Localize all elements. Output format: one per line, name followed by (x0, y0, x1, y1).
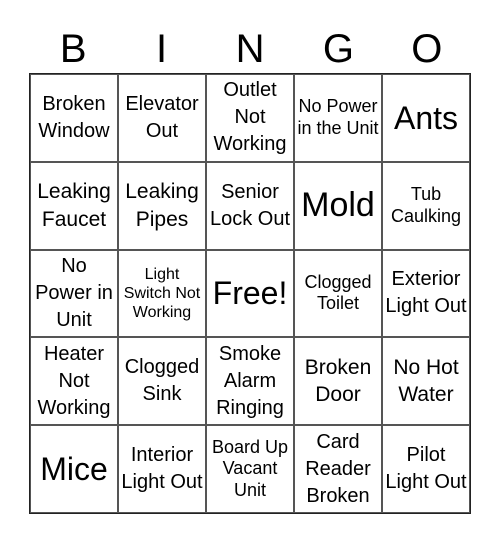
bingo-cell[interactable]: Board Up Vacant Unit (206, 425, 294, 513)
bingo-cell[interactable]: Pilot Light Out (382, 425, 470, 513)
bingo-cell[interactable]: Senior Lock Out (206, 161, 294, 250)
bingo-cell[interactable]: Mice (30, 425, 118, 513)
bingo-cell[interactable]: Tub Caulking (382, 161, 470, 250)
bingo-cell[interactable]: Broken Window (30, 74, 118, 162)
bingo-cell[interactable]: Smoke Alarm Ringing (206, 337, 294, 426)
header-letter-n: N (235, 27, 265, 71)
bingo-cell[interactable]: Elevator Out (118, 74, 206, 162)
bingo-cell[interactable]: No Power in Unit (30, 249, 118, 338)
bingo-cell[interactable]: No Power in the Unit (294, 74, 382, 162)
header-letter-b: B (59, 27, 87, 71)
bingo-cell[interactable]: Broken Door (294, 337, 382, 426)
bingo-cell[interactable]: Light Switch Not Working (118, 249, 206, 338)
bingo-cell[interactable]: Card Reader Broken (294, 425, 382, 513)
bingo-cell[interactable]: Clogged Sink (118, 337, 206, 426)
bingo-cell[interactable]: Outlet Not Working (206, 74, 294, 162)
bingo-cell[interactable]: Interior Light Out (118, 425, 206, 513)
bingo-cell[interactable]: Exterior Light Out (382, 249, 470, 338)
header-letter-o: O (411, 27, 443, 71)
bingo-cell[interactable]: Mold (294, 161, 382, 250)
free-space-cell[interactable]: Free! (206, 249, 294, 338)
bingo-cell[interactable]: Ants (382, 74, 470, 162)
bingo-grid: Broken Window Elevator Out Outlet Not Wo… (29, 73, 471, 514)
bingo-cell[interactable]: Clogged Toilet (294, 249, 382, 338)
bingo-cell[interactable]: No Hot Water (382, 337, 470, 426)
header-letter-i: I (156, 27, 168, 71)
bingo-cell[interactable]: Leaking Faucet (30, 161, 118, 250)
bingo-header: B I N G O (29, 24, 471, 74)
header-letter-g: G (322, 27, 354, 71)
bingo-cell[interactable]: Heater Not Working (30, 337, 118, 426)
bingo-cell[interactable]: Leaking Pipes (118, 161, 206, 250)
